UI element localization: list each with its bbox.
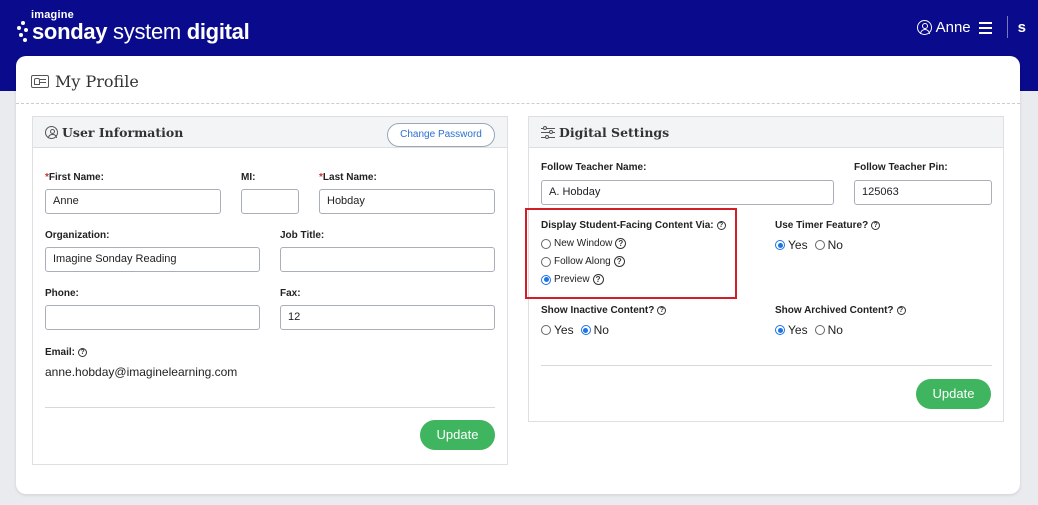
phone-input[interactable] [45,305,260,330]
title-divider [16,103,1020,104]
sliders-icon [541,125,555,139]
first-name-input[interactable]: Anne [45,189,221,214]
fax-label: Fax: [280,288,301,299]
user-area: Anne s [916,15,1026,39]
user-information-panel: User Information Change Password *First … [32,116,508,465]
email-label: Email:? [45,347,88,358]
inactive-yes-option[interactable]: Yes [541,323,574,337]
change-password-button[interactable]: Change Password [387,123,495,147]
job-title-label: Job Title: [280,230,325,241]
digital-settings-divider [541,365,992,366]
mi-label: MI: [241,172,256,183]
page-title: My Profile [31,72,139,91]
logo-wordmark: sonday system digital [32,19,250,44]
logo-dots-icon [17,19,29,45]
help-icon[interactable]: ? [657,305,667,315]
inactive-content-label: Show Inactive Content?? [541,305,667,316]
mi-input[interactable] [241,189,299,214]
user-circle-icon [45,126,58,139]
digital-settings-update-button[interactable]: Update [916,379,991,409]
user-information-title: User Information [45,125,183,140]
radio-button-selected[interactable] [580,325,591,335]
digital-settings-header: Digital Settings [529,117,1003,148]
email-value: anne.hobday@imaginelearning.com [45,365,238,379]
radio-button[interactable] [541,325,551,335]
page-title-text: My Profile [55,72,139,91]
help-icon[interactable]: ? [896,305,906,315]
brand-s-icon[interactable]: s [1018,19,1026,36]
timer-no-option[interactable]: No [814,238,843,252]
fax-input[interactable]: 12 [280,305,495,330]
timer-yes-option[interactable]: Yes [775,238,808,252]
radio-button-selected[interactable] [775,325,785,335]
timer-feature-label: Use Timer Feature?? [775,220,881,231]
user-information-divider [45,407,495,408]
header-divider [1006,16,1008,38]
organization-label: Organization: [45,230,110,241]
radio-button-selected[interactable] [775,240,785,250]
organization-input[interactable]: Imagine Sonday Reading [45,247,260,272]
inactive-no-option[interactable]: No [580,323,609,337]
first-name-label: *First Name: [45,172,104,183]
inactive-content-options: Yes No [541,323,616,337]
user-information-header: User Information Change Password [33,117,507,148]
follow-teacher-pin-label: Follow Teacher Pin: [854,162,948,173]
archived-yes-option[interactable]: Yes [775,323,808,337]
help-icon[interactable]: ? [78,347,88,357]
user-information-update-button[interactable]: Update [420,420,495,450]
phone-label: Phone: [45,288,79,299]
profile-card: My Profile User Information Change Passw… [16,56,1020,494]
display-content-highlight-box [525,208,737,299]
user-name-menu[interactable]: Anne [936,19,971,36]
last-name-label: *Last Name: [319,172,377,183]
archived-content-label: Show Archived Content?? [775,305,906,316]
last-name-input[interactable]: Hobday [319,189,495,214]
digital-settings-title: Digital Settings [541,125,669,140]
id-card-icon [31,75,49,88]
user-circle-icon[interactable] [916,19,932,35]
help-icon[interactable]: ? [871,220,881,230]
job-title-input[interactable] [280,247,495,272]
follow-teacher-name-label: Follow Teacher Name: [541,162,647,173]
hamburger-menu-icon[interactable] [978,21,992,34]
timer-feature-options: Yes No [775,238,850,252]
follow-teacher-name-input[interactable]: A. Hobday [541,180,834,205]
archived-content-options: Yes No [775,323,850,337]
archived-no-option[interactable]: No [814,323,843,337]
follow-teacher-pin-input[interactable]: 125063 [854,180,992,205]
radio-button[interactable] [814,325,825,335]
radio-button[interactable] [814,240,825,250]
